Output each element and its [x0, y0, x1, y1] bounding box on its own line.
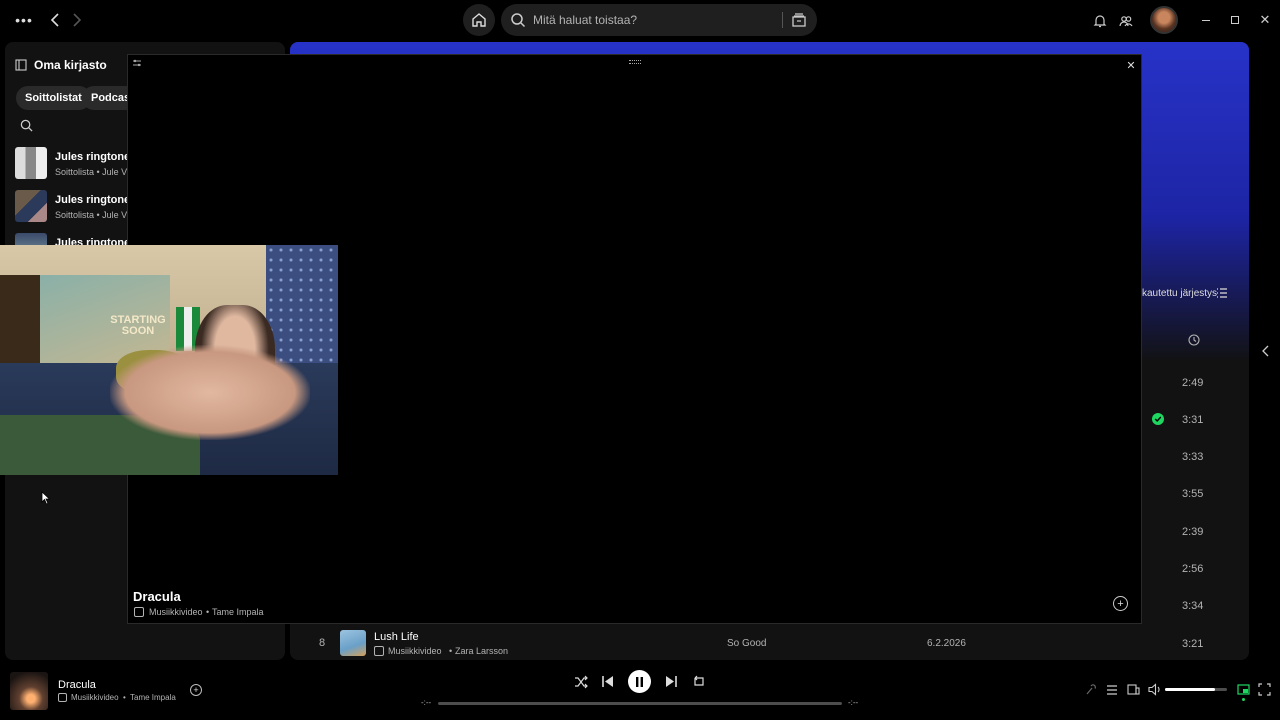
sort-order-button[interactable]: kautettu järjestys	[1142, 288, 1217, 299]
next-icon[interactable]	[665, 675, 678, 688]
add-to-playlist-button[interactable]: +	[1113, 596, 1128, 611]
meta-dot: •	[449, 646, 453, 656]
volume-level	[1165, 688, 1215, 691]
add-to-library-button[interactable]: +	[190, 684, 202, 696]
now-playing-type: Musiikkivideo	[71, 693, 119, 702]
meta-dot: •	[123, 693, 126, 702]
right-panel-strip	[1253, 42, 1280, 660]
playlist-cover	[15, 147, 47, 179]
track-date-added: 6.2.2026	[927, 638, 966, 649]
progress-bar[interactable]	[438, 702, 842, 705]
miniplayer-icon[interactable]	[1237, 683, 1250, 696]
search-divider	[782, 12, 783, 28]
webcam-hand	[110, 345, 310, 440]
track-album[interactable]: So Good	[727, 638, 766, 649]
repeat-icon[interactable]	[692, 675, 705, 688]
track-number: 8	[319, 637, 326, 649]
track-duration: 3:31	[1182, 414, 1204, 426]
video-title: Dracula	[133, 589, 181, 604]
video-badge-icon	[134, 607, 144, 617]
volume-slider[interactable]	[1165, 688, 1227, 691]
library-item-subtitle: Soittolista • Jule V	[55, 210, 128, 220]
track-duration: 3:55	[1182, 488, 1204, 500]
library-search-icon[interactable]	[20, 119, 33, 132]
filter-playlists[interactable]: Soittolistat	[16, 86, 91, 110]
miniplayer-active-dot	[1242, 698, 1245, 701]
close-window-button[interactable]: ✕	[1257, 12, 1273, 28]
video-artist[interactable]: Tame Impala	[212, 607, 264, 617]
maximize-button[interactable]	[1231, 16, 1239, 24]
bell-icon[interactable]	[1093, 14, 1107, 28]
now-playing-cover[interactable]	[10, 672, 48, 710]
saved-check-icon[interactable]	[1152, 413, 1164, 425]
list-view-icon[interactable]	[1216, 287, 1228, 299]
browse-icon[interactable]	[791, 12, 807, 28]
forward-button[interactable]	[68, 10, 86, 30]
top-bar: ••• Mitä haluat toistaa? ✕	[0, 0, 1280, 42]
now-playing-bar: Dracula Musiikkivideo • Tame Impala + -:…	[0, 660, 1280, 720]
track-duration: 2:39	[1182, 526, 1204, 538]
friends-activity-icon[interactable]	[1119, 14, 1133, 28]
close-video-button[interactable]: ✕	[1123, 57, 1139, 73]
remaining-time: -:--	[848, 698, 859, 707]
track-title[interactable]: Lush Life	[374, 631, 419, 643]
playlist-cover	[15, 190, 47, 222]
drag-handle-icon[interactable]	[629, 60, 641, 64]
library-item-subtitle: Soittolista • Jule V	[55, 167, 128, 177]
more-options-icon[interactable]: •••	[14, 12, 34, 28]
pause-button[interactable]	[628, 670, 651, 693]
video-type: Musiikkivideo	[149, 607, 203, 617]
track-cover	[340, 630, 366, 656]
fullscreen-icon[interactable]	[1258, 683, 1271, 696]
search-input[interactable]: Mitä haluat toistaa?	[533, 13, 637, 27]
elapsed-time: -:--	[421, 698, 432, 707]
settings-sliders-icon[interactable]	[132, 59, 142, 67]
home-icon	[472, 13, 486, 27]
library-icon[interactable]	[15, 59, 27, 71]
mouse-cursor-icon	[41, 491, 51, 505]
table-row[interactable]: 8 Lush Life Musiikkivideo • Zara Larsson…	[290, 624, 1249, 660]
expand-panel-icon[interactable]	[1262, 345, 1270, 357]
webcam-feed: STARTING SOON	[0, 245, 338, 475]
pause-icon	[636, 676, 643, 687]
library-item-title: Jules ringtones	[55, 151, 137, 163]
lyrics-icon[interactable]	[1085, 684, 1097, 696]
shuffle-icon[interactable]	[574, 675, 588, 689]
library-item-title: Jules ringtones	[55, 194, 137, 206]
back-button[interactable]	[46, 10, 64, 30]
previous-icon[interactable]	[601, 675, 614, 688]
meta-dot: •	[206, 607, 210, 617]
webcam-poster	[0, 275, 40, 365]
now-playing-title[interactable]: Dracula	[58, 679, 96, 691]
track-duration: 3:21	[1182, 638, 1204, 650]
search-icon	[511, 13, 526, 28]
queue-icon[interactable]	[1106, 684, 1118, 696]
track-type: Musiikkivideo	[388, 646, 442, 656]
track-duration: 3:34	[1182, 600, 1204, 612]
duration-clock-icon	[1188, 334, 1200, 346]
library-title[interactable]: Oma kirjasto	[34, 58, 107, 72]
video-badge-icon	[374, 646, 384, 656]
home-button[interactable]	[463, 4, 495, 36]
webcam-poster-text: STARTING SOON	[110, 314, 166, 337]
video-badge-icon	[58, 693, 67, 702]
connect-device-icon[interactable]	[1127, 683, 1140, 696]
search-bar[interactable]: Mitä haluat toistaa?	[501, 4, 817, 36]
volume-icon[interactable]	[1148, 683, 1162, 696]
track-duration: 2:56	[1182, 563, 1204, 575]
track-duration: 3:33	[1182, 451, 1204, 463]
track-artist[interactable]: Zara Larsson	[455, 646, 508, 656]
track-duration: 2:49	[1182, 377, 1204, 389]
minimize-button[interactable]	[1202, 20, 1210, 21]
avatar[interactable]	[1150, 6, 1178, 34]
now-playing-artist[interactable]: Tame Impala	[130, 693, 176, 702]
